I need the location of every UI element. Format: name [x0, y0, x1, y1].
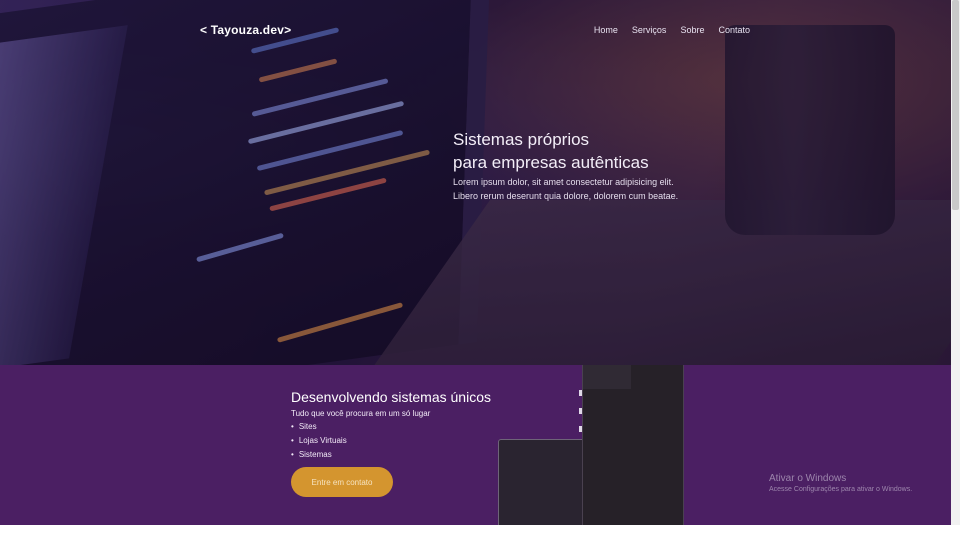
phone-image: [579, 365, 684, 525]
device-marker: [579, 408, 582, 414]
phone-screen-top: [583, 365, 631, 389]
section-subtitle: Tudo que você procura em um só lugar: [291, 409, 431, 418]
hero-text-block: Sistemas próprios para empresas autêntic…: [453, 128, 678, 202]
nav-link-home[interactable]: Home: [594, 25, 618, 35]
nav-link-contato[interactable]: Contato: [718, 25, 750, 35]
list-item: Lojas Virtuais: [291, 434, 491, 448]
section-title: Desenvolvendo sistemas únicos: [291, 389, 491, 405]
list-item: Sites: [291, 420, 491, 434]
page-scrollbar[interactable]: [951, 0, 960, 525]
hero-subtitle-line1: Lorem ipsum dolor, sit amet consectetur …: [453, 177, 674, 187]
services-list: Sites Lojas Virtuais Sistemas: [291, 420, 491, 462]
brand-logo[interactable]: < Tayouza.dev>: [200, 23, 291, 37]
hero-title-line2: para empresas autênticas: [453, 153, 649, 172]
services-text-block: Desenvolvendo sistemas únicos Tudo que v…: [291, 389, 491, 462]
hero-subtitle-line2: Libero rerum deserunt quia dolore, dolor…: [453, 191, 679, 201]
hero-banner: < Tayouza.dev> Home Serviços Sobre Conta…: [0, 0, 951, 365]
nav-menu: Home Serviços Sobre Contato: [594, 25, 750, 35]
services-section: Desenvolvendo sistemas únicos Tudo que v…: [0, 365, 951, 525]
hero-title-line1: Sistemas próprios: [453, 130, 590, 149]
watermark-subtitle: Acesse Configurações para ativar o Windo…: [769, 486, 913, 493]
list-item: Sistemas: [291, 448, 491, 462]
tablet-image: [498, 439, 588, 525]
device-marker: [579, 426, 582, 432]
windows-activation-watermark: Ativar o Windows Acesse Configurações pa…: [769, 473, 912, 493]
nav-link-sobre[interactable]: Sobre: [680, 25, 704, 35]
watermark-title: Ativar o Windows: [769, 473, 847, 484]
contact-button[interactable]: Entre em contato: [291, 467, 393, 497]
top-navbar: < Tayouza.dev> Home Serviços Sobre Conta…: [200, 20, 760, 40]
scrollbar-thumb[interactable]: [952, 0, 959, 210]
nav-link-servicos[interactable]: Serviços: [632, 25, 667, 35]
device-marker: [579, 390, 582, 396]
